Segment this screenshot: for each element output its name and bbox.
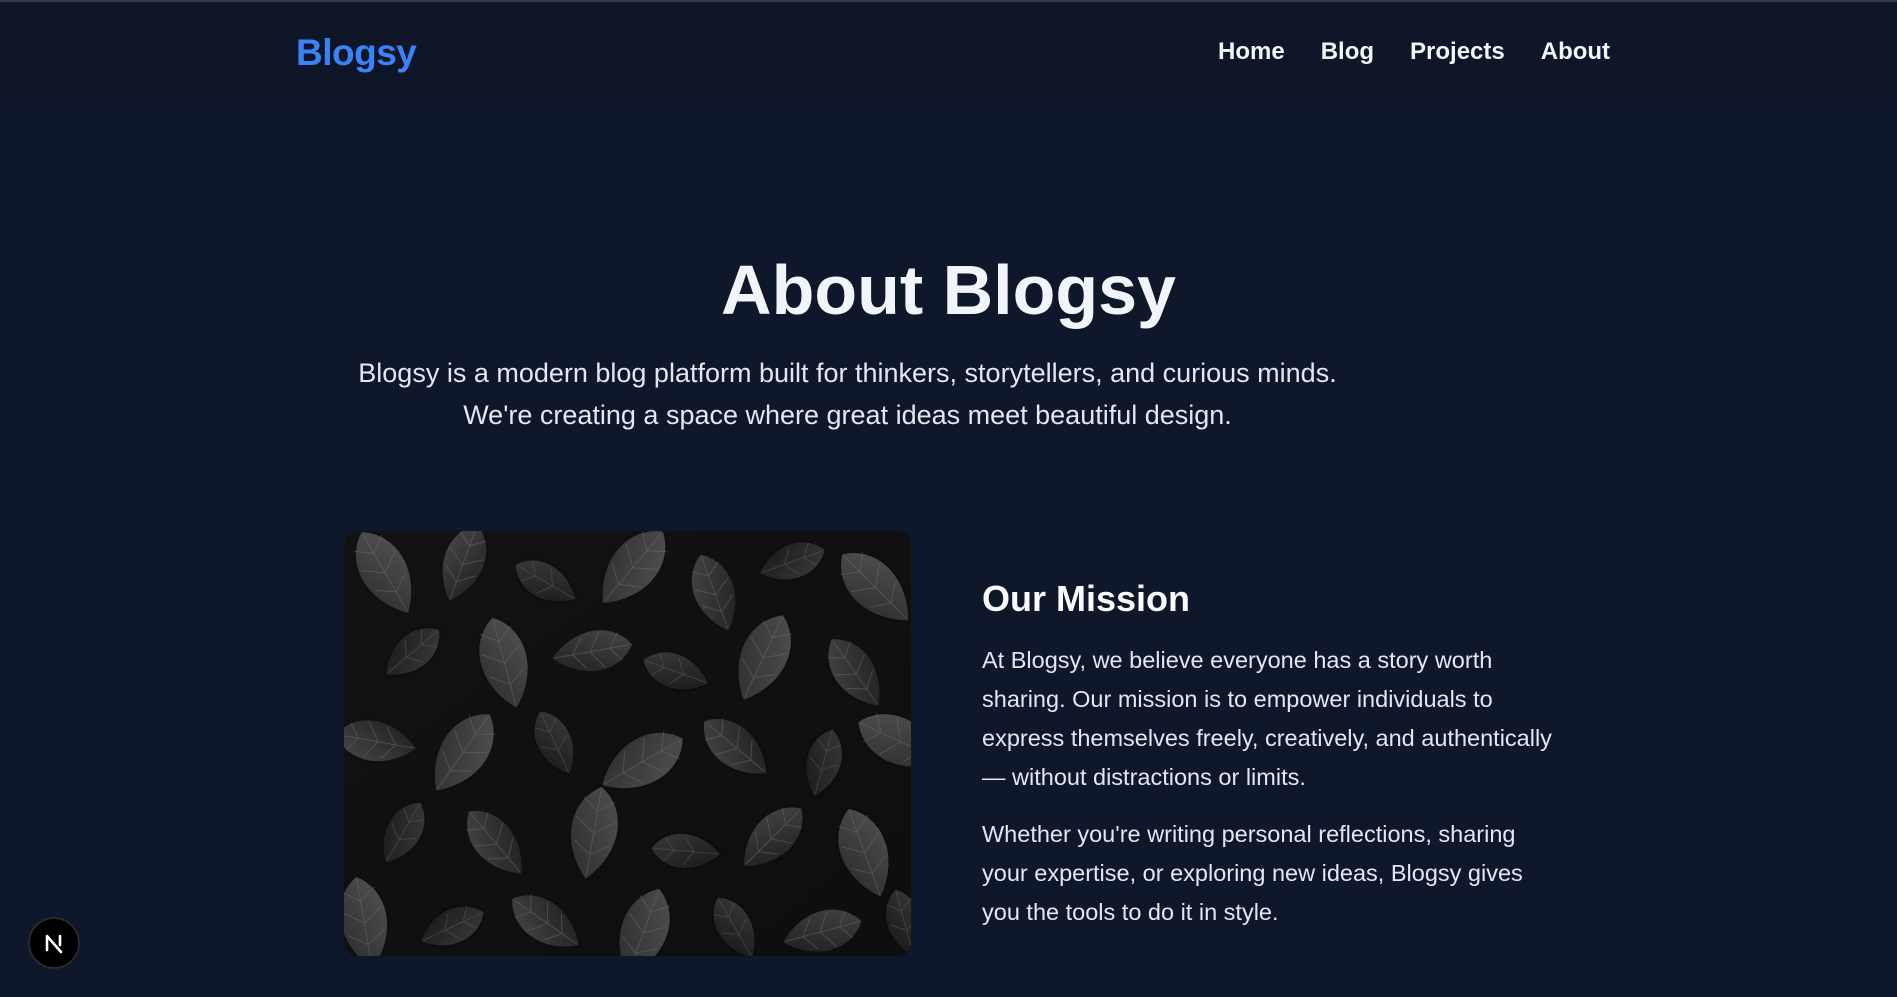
mission-paragraph-1: At Blogsy, we believe everyone has a sto… [982, 647, 1552, 790]
hero-subtitle-line-2: We're creating a space where great ideas… [463, 400, 1232, 430]
navbar: Blogsy Home Blog Projects About [0, 2, 1897, 98]
mission-heading: Our Mission [982, 578, 1191, 619]
nav-links: Home Blog Projects About [1218, 38, 1646, 66]
mission-paragraph-2: Whether you're writing personal reflecti… [982, 821, 1523, 925]
leaves-photo [344, 531, 911, 956]
nav-link-home[interactable]: Home [1218, 38, 1285, 66]
brand-logo[interactable]: Blogsy [296, 32, 417, 74]
nextjs-badge-button[interactable] [28, 917, 80, 969]
nav-link-about[interactable]: About [1541, 38, 1610, 66]
page-title: About Blogsy [721, 251, 1176, 329]
mission-image [344, 531, 911, 956]
nav-link-projects[interactable]: Projects [1410, 38, 1505, 66]
nextjs-n-icon [45, 934, 63, 954]
hero-subtitle-line-1: Blogsy is a modern blog platform built f… [358, 358, 1337, 388]
nav-link-blog[interactable]: Blog [1321, 38, 1374, 66]
hero-subtitle: Blogsy is a modern blog platform built f… [340, 352, 1355, 436]
